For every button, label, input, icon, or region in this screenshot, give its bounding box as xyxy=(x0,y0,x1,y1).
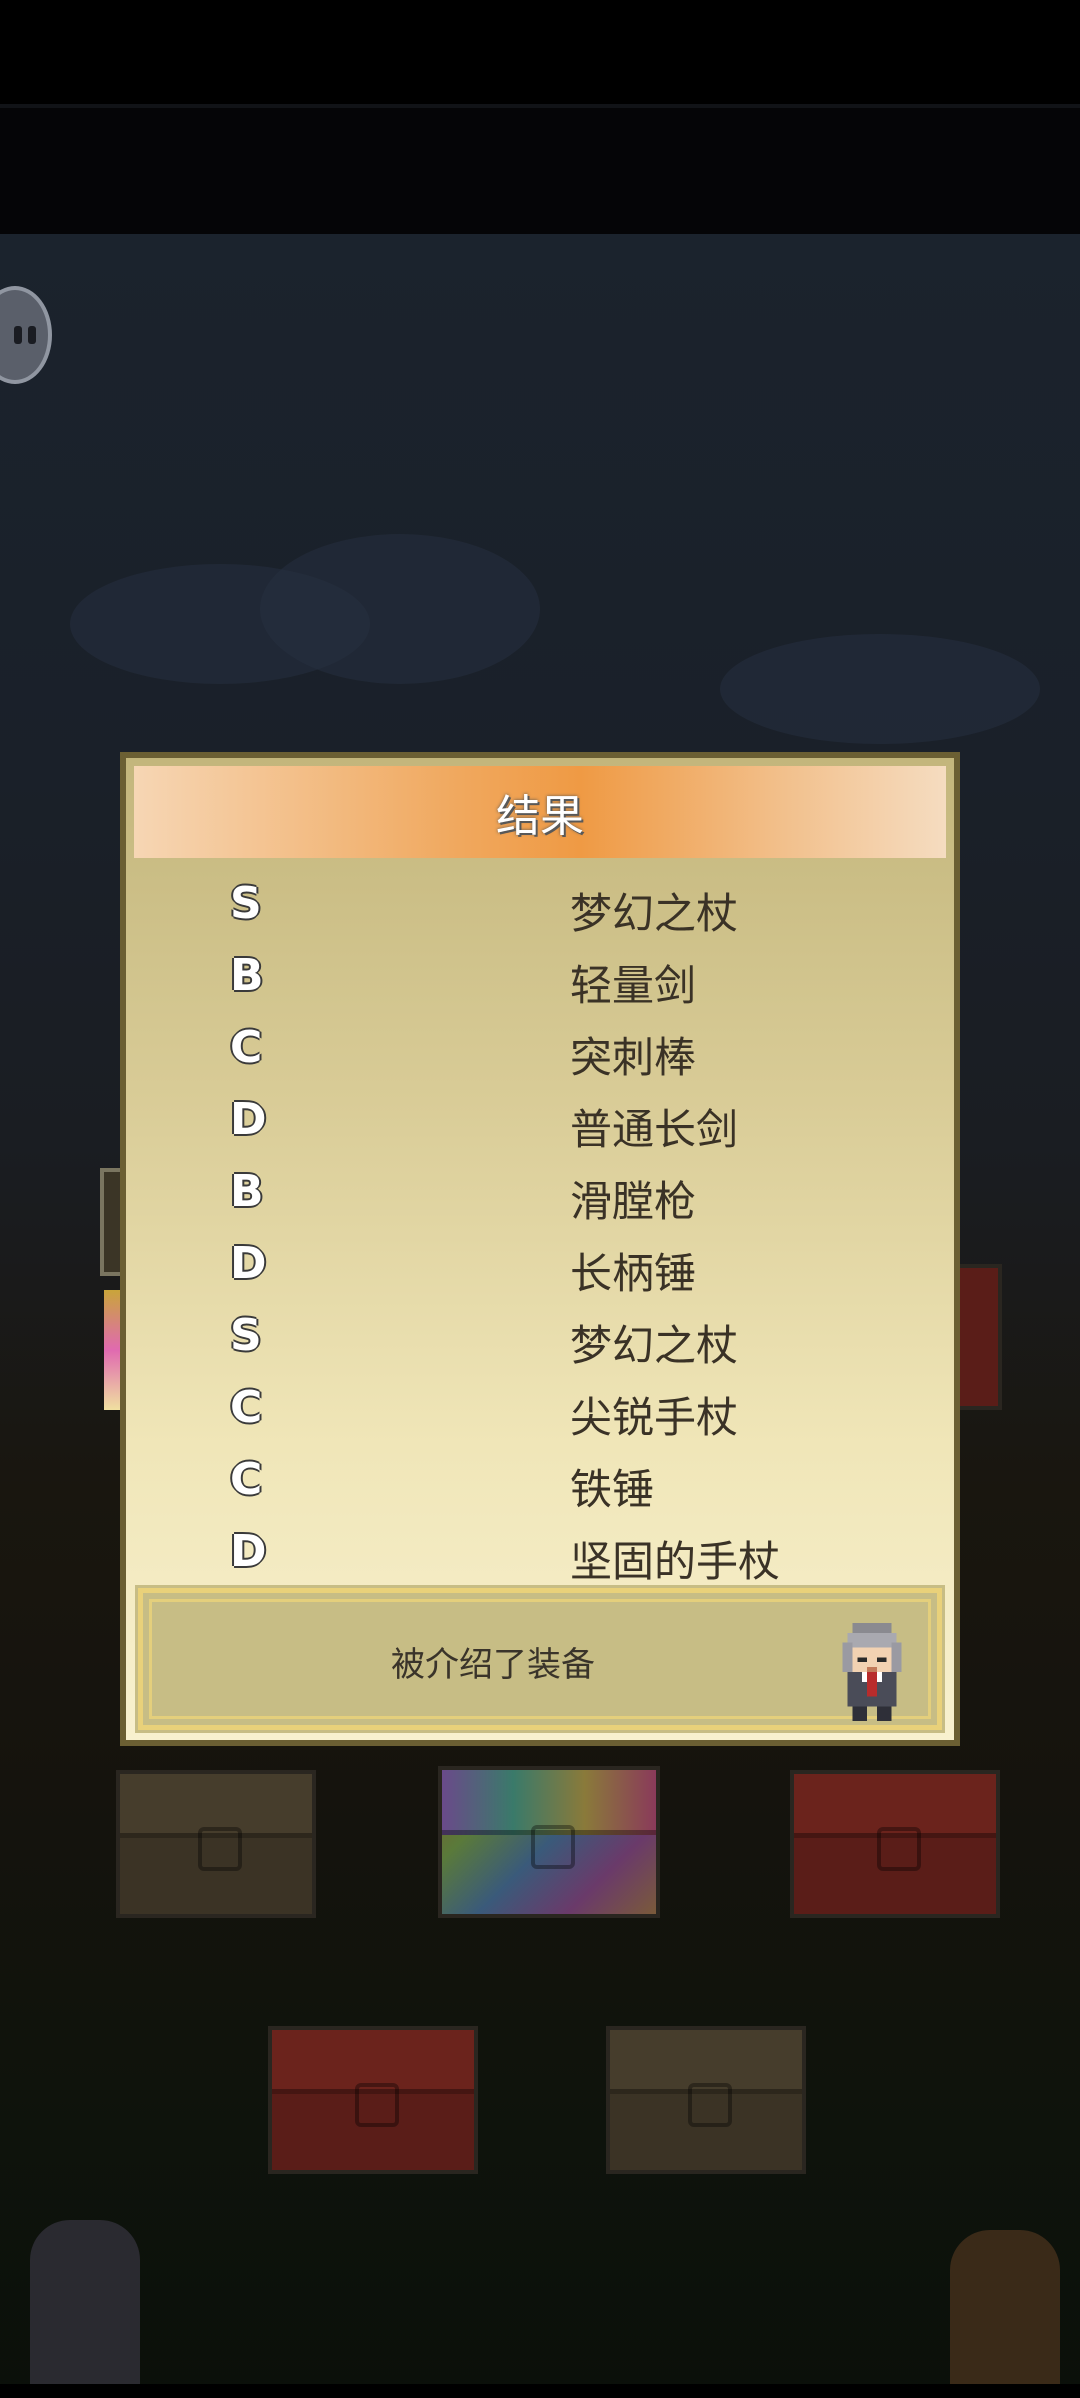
treasure-chest-wood[interactable] xyxy=(116,1770,316,1918)
result-dialog: 结果 S 梦幻之杖 B 轻量剑 C 突刺棒 D 普通长剑 B 滑膛枪 D 长柄锤… xyxy=(120,752,960,1746)
result-row: S 梦幻之杖 xyxy=(126,870,954,942)
result-row: C 尖锐手杖 xyxy=(126,1374,954,1446)
rank-label: C xyxy=(230,1382,263,1433)
result-row: C 铁锤 xyxy=(126,1446,954,1518)
item-name: 轻量剑 xyxy=(570,961,697,1010)
rank-label: D xyxy=(230,1094,267,1145)
item-name: 梦幻之杖 xyxy=(570,1321,739,1370)
result-list: S 梦幻之杖 B 轻量剑 C 突刺棒 D 普通长剑 B 滑膛枪 D 长柄锤 S … xyxy=(126,870,954,1590)
item-name: 突刺棒 xyxy=(570,1033,697,1082)
rank-label: C xyxy=(230,1454,263,1505)
result-row: B 滑膛枪 xyxy=(126,1158,954,1230)
pause-icon xyxy=(14,326,22,344)
result-row: C 突刺棒 xyxy=(126,1014,954,1086)
result-row: D 长柄锤 xyxy=(126,1230,954,1302)
dialog-title: 结果 xyxy=(134,766,946,858)
rank-label: B xyxy=(230,1166,264,1217)
rank-label: S xyxy=(230,878,262,929)
item-name: 坚固的手杖 xyxy=(570,1537,781,1586)
top-header-area xyxy=(0,108,1080,234)
elder-npc-sprite xyxy=(842,1623,902,1721)
result-row: D 坚固的手杖 xyxy=(126,1518,954,1590)
character-sprite-left xyxy=(30,2220,140,2390)
result-row: S 梦幻之杖 xyxy=(126,1302,954,1374)
rank-label: S xyxy=(230,1310,262,1361)
rank-label: B xyxy=(230,950,264,1001)
rank-label: D xyxy=(230,1238,267,1289)
item-name: 滑膛枪 xyxy=(570,1177,697,1226)
result-row: B 轻量剑 xyxy=(126,942,954,1014)
result-row: D 普通长剑 xyxy=(126,1086,954,1158)
item-name: 尖锐手杖 xyxy=(570,1393,739,1442)
item-name: 长柄锤 xyxy=(570,1249,697,1298)
top-black-bar xyxy=(0,0,1080,108)
message-text: 被介绍了装备 xyxy=(391,1645,595,1685)
cloud xyxy=(720,634,1040,744)
treasure-chest-red[interactable] xyxy=(790,1770,1000,1918)
item-name: 铁锤 xyxy=(570,1465,655,1514)
treasure-chest-wood[interactable] xyxy=(606,2026,806,2174)
item-name: 普通长剑 xyxy=(570,1105,739,1154)
cloud xyxy=(260,534,540,684)
treasure-chest-rainbow[interactable] xyxy=(438,1766,660,1918)
item-name: 梦幻之杖 xyxy=(570,889,739,938)
character-sprite-right xyxy=(950,2230,1060,2390)
rank-label: D xyxy=(230,1526,267,1577)
message-box[interactable]: 被介绍了装备 xyxy=(135,1585,945,1733)
rank-label: C xyxy=(230,1022,263,1073)
bottom-black-bar xyxy=(0,2384,1080,2398)
treasure-chest-red[interactable] xyxy=(268,2026,478,2174)
